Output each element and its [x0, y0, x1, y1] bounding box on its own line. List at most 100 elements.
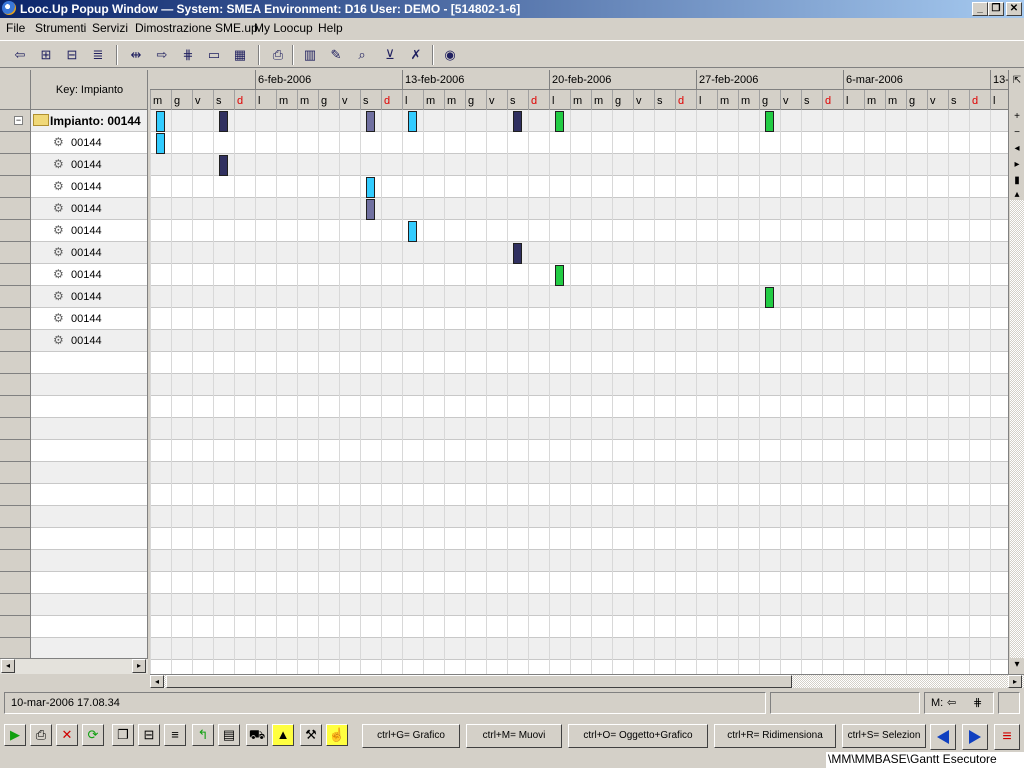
menu-my-loocup[interactable]: My Loocup [254, 21, 313, 35]
gantt-task-bar[interactable] [156, 111, 165, 132]
gantt-task-bar[interactable] [555, 265, 564, 286]
tree-empty-row[interactable] [0, 374, 147, 396]
tree-collapse-icon[interactable]: ⊟ [62, 45, 82, 65]
row-header[interactable] [0, 374, 31, 396]
gantt-task-bar[interactable] [366, 199, 375, 220]
tree-empty-row[interactable] [0, 418, 147, 440]
gantt-row[interactable] [150, 110, 1008, 132]
row-header[interactable] [0, 198, 31, 220]
gantt-row[interactable] [150, 462, 1008, 484]
menu-file[interactable]: File [6, 21, 25, 35]
row-header[interactable] [0, 176, 31, 198]
gantt-row[interactable] [150, 528, 1008, 550]
gantt-task-bar[interactable] [765, 287, 774, 308]
delete-filter-icon[interactable]: ✗ [406, 45, 426, 65]
tree-empty-row[interactable] [0, 528, 147, 550]
gantt-task-bar[interactable] [513, 111, 522, 132]
tree-empty-row[interactable] [0, 440, 147, 462]
print-list-icon[interactable]: ≣ [88, 45, 108, 65]
tree-child-row[interactable]: ⚙ 00144 [0, 198, 147, 220]
tree-child-row[interactable]: ⚙ 00144 [0, 154, 147, 176]
printer-icon[interactable]: ⎙ [268, 45, 288, 65]
row-header[interactable] [0, 132, 31, 154]
gantt-row[interactable] [150, 154, 1008, 176]
tree-expand-icon[interactable]: ⊞ [36, 45, 56, 65]
forward-arrow-icon[interactable]: ⇨ [152, 45, 172, 65]
nav-previous-button[interactable] [930, 724, 956, 750]
gantt-row[interactable] [150, 550, 1008, 572]
gantt-task-bar[interactable] [555, 111, 564, 132]
row-header[interactable] [0, 638, 31, 660]
zoom-in-icon[interactable]: + [1010, 110, 1024, 126]
tools-icon[interactable]: ⚒ [300, 724, 322, 746]
gantt-settings-icon[interactable]: ⇱ [1010, 74, 1024, 90]
view-eye-icon[interactable]: ◉ [440, 45, 460, 65]
document-icon[interactable]: ▤ [218, 724, 240, 746]
gantt-task-bar[interactable] [219, 155, 228, 176]
fit-width-icon[interactable]: ⇹ [126, 45, 146, 65]
tree-empty-row[interactable] [0, 484, 147, 506]
gantt-row[interactable] [150, 572, 1008, 594]
tree-horizontal-scrollbar[interactable]: ◂ ▸ [0, 658, 148, 674]
gantt-row[interactable] [150, 286, 1008, 308]
tree-empty-row[interactable] [0, 638, 147, 660]
menu-strumenti[interactable]: Strumenti [35, 21, 86, 35]
gantt-task-bar[interactable] [513, 243, 522, 264]
restore-button[interactable]: ❐ [988, 2, 1004, 16]
cart-icon[interactable]: ⛟ [246, 724, 268, 746]
shortcut-oggetto-grafico[interactable]: ctrl+O= Oggetto+Grafico [568, 724, 708, 748]
back-arrow-icon[interactable]: ⇦ [10, 45, 30, 65]
scroll-down-small-icon[interactable]: ▸ [1010, 158, 1024, 174]
row-header[interactable] [0, 242, 31, 264]
gantt-row[interactable] [150, 220, 1008, 242]
menu-help[interactable]: Help [318, 21, 343, 35]
gantt-row[interactable] [150, 418, 1008, 440]
mode-columns-icon[interactable]: ⋕ [973, 696, 982, 709]
gantt-task-bar[interactable] [366, 177, 375, 198]
row-header[interactable] [0, 154, 31, 176]
mode-arrow-icon[interactable]: ⇦ [947, 696, 956, 709]
tree-child-row[interactable]: ⚙ 00144 [0, 330, 147, 352]
zoom-out-icon[interactable]: − [1010, 126, 1024, 142]
gantt-row[interactable] [150, 308, 1008, 330]
row-header[interactable] [0, 572, 31, 594]
gantt-row[interactable] [150, 396, 1008, 418]
gantt-row[interactable] [150, 264, 1008, 286]
cancel-icon[interactable]: ✕ [56, 724, 78, 746]
gantt-task-bar[interactable] [408, 221, 417, 242]
tree-view-icon[interactable]: ⊟ [138, 724, 160, 746]
row-header[interactable] [0, 286, 31, 308]
shortcut-muovi[interactable]: ctrl+M= Muovi [466, 724, 562, 748]
row-header[interactable] [0, 506, 31, 528]
gantt-task-bar[interactable] [366, 111, 375, 132]
gantt-scroll-thumb[interactable] [166, 675, 792, 688]
vertical-scroll-track[interactable] [1010, 200, 1024, 658]
tree-empty-row[interactable] [0, 572, 147, 594]
chart-icon[interactable]: ▲ [272, 724, 294, 746]
gantt-row[interactable] [150, 242, 1008, 264]
gantt-row[interactable] [150, 330, 1008, 352]
shortcut-seleziona[interactable]: ctrl+S= Selezion [842, 724, 926, 748]
scroll-left-icon[interactable]: ◂ [1, 659, 15, 673]
book-icon[interactable]: ▥ [300, 45, 320, 65]
tree-empty-row[interactable] [0, 550, 147, 572]
tree-header[interactable]: Key: Impianto [31, 70, 147, 110]
tree-child-row[interactable]: ⚙ 00144 [0, 286, 147, 308]
gantt-row[interactable] [150, 638, 1008, 660]
row-header[interactable] [0, 330, 31, 352]
columns-icon[interactable]: ⋕ [178, 45, 198, 65]
search-icon[interactable]: ⌕ [352, 45, 372, 65]
tree-child-row[interactable]: ⚙ 00144 [0, 242, 147, 264]
gantt-row[interactable] [150, 132, 1008, 154]
row-header[interactable] [0, 440, 31, 462]
row-header[interactable] [0, 352, 31, 374]
tree-child-row[interactable]: ⚙ 00144 [0, 220, 147, 242]
tree-root-row[interactable]: − Impianto: 00144 [0, 110, 147, 132]
menu-servizi[interactable]: Servizi [92, 21, 128, 35]
gantt-row[interactable] [150, 594, 1008, 616]
gantt-scroll-left-icon[interactable]: ◂ [150, 675, 164, 688]
gantt-row[interactable] [150, 616, 1008, 638]
gantt-scroll-right-icon[interactable]: ▸ [1008, 675, 1022, 688]
tree-empty-row[interactable] [0, 352, 147, 374]
row-header[interactable] [0, 308, 31, 330]
